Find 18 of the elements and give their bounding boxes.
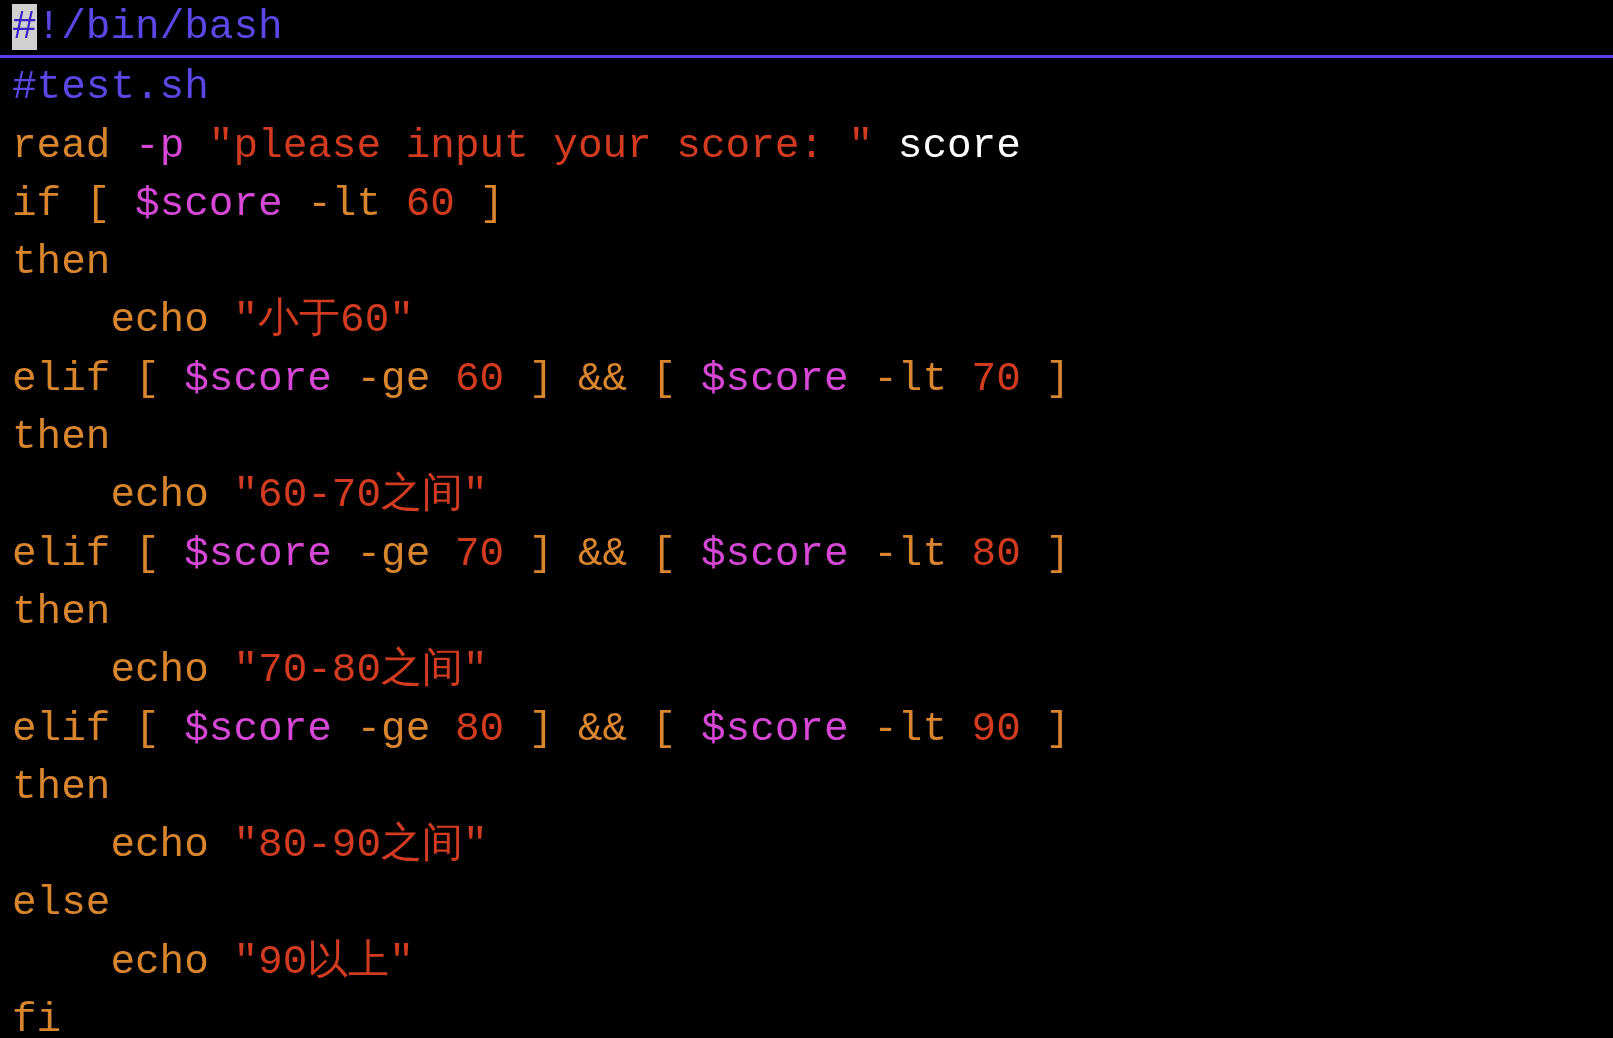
code-line: echo "70-80之间" <box>109 645 488 696</box>
code-line: echo "80-90之间" <box>109 820 488 871</box>
code-line: echo "小于60" <box>109 296 414 346</box>
code-line: read -p "please input your score: " score <box>12 121 1021 171</box>
code-line: #test.sh <box>12 63 209 113</box>
code-line: then <box>12 413 111 463</box>
code-line: elif [ $score -ge 60 ] && [ $score -lt 70 ] <box>12 354 1071 404</box>
code-line: fi <box>12 996 62 1038</box>
code-line: echo "90以上" <box>109 937 414 987</box>
code-line: echo "60-70之间" <box>109 470 488 521</box>
code-line: #!/bin/bash <box>0 0 1613 59</box>
code-line: else <box>12 879 111 929</box>
code-line: elif [ $score -ge 80 ] && [ $score -lt 90 ] <box>12 704 1071 754</box>
code-line: then <box>12 762 111 812</box>
code-line: elif [ $score -ge 70 ] && [ $score -lt 80 ] <box>12 529 1071 579</box>
code-line: then <box>12 238 111 288</box>
code-line: then <box>12 587 111 637</box>
code-line: if [ $score -lt 60 ] <box>12 179 505 229</box>
